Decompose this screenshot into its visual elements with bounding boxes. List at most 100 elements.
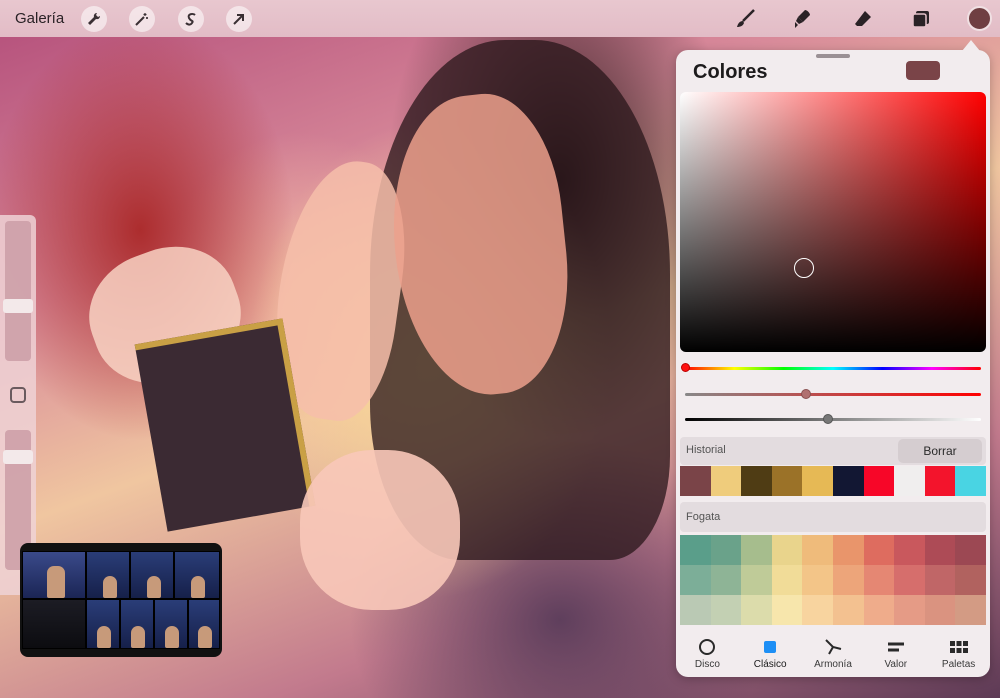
palette-swatch[interactable] (894, 535, 925, 565)
brush-size-thumb[interactable] (3, 299, 33, 313)
palette-swatches (680, 535, 986, 625)
history-swatch[interactable] (863, 466, 895, 496)
color-panel: Colores Historial Borrar Fogata Disco Cl… (676, 50, 990, 677)
video-person (47, 566, 65, 598)
history-label: Historial (686, 444, 726, 456)
palette-swatch[interactable] (863, 595, 895, 625)
panel-grabber[interactable] (816, 54, 850, 58)
video-person (103, 576, 117, 598)
palette-swatch[interactable] (955, 565, 986, 595)
saturation-knob[interactable] (801, 389, 811, 399)
history-swatch[interactable] (924, 466, 956, 496)
current-color-swatch[interactable] (906, 61, 940, 80)
palette-swatch[interactable] (955, 535, 986, 565)
tab-clasico[interactable]: Clásico (739, 630, 802, 677)
current-color-button[interactable] (967, 6, 992, 31)
magic-wand-icon[interactable] (129, 6, 155, 32)
tab-paletas[interactable]: Paletas (927, 630, 990, 677)
palette-swatch[interactable] (802, 595, 833, 625)
hue-knob[interactable] (681, 363, 690, 372)
palette-swatch[interactable] (680, 595, 711, 625)
history-header: Historial Borrar (680, 437, 986, 465)
tab-label: Valor (884, 659, 908, 670)
palette-swatch[interactable] (741, 565, 772, 595)
disc-icon (697, 638, 717, 656)
move-arrow-icon[interactable] (226, 6, 252, 32)
palette-swatch[interactable] (771, 565, 803, 595)
brush-size-slider[interactable] (5, 221, 31, 361)
video-person (198, 626, 212, 648)
palette-swatch[interactable] (710, 565, 742, 595)
smudge-icon[interactable] (789, 6, 815, 32)
brightness-slider[interactable] (685, 418, 981, 421)
history-swatch[interactable] (741, 466, 772, 496)
palette-swatch[interactable] (710, 535, 742, 565)
palette-swatch[interactable] (924, 595, 956, 625)
video-person (191, 576, 205, 598)
palette-swatch[interactable] (680, 535, 711, 565)
selection-s-icon[interactable] (178, 6, 204, 32)
palette-name: Fogata (686, 511, 721, 523)
history-swatch[interactable] (894, 466, 925, 496)
palette-swatch[interactable] (680, 565, 711, 595)
palette-swatch[interactable] (710, 595, 742, 625)
video-person (131, 626, 145, 648)
history-swatch[interactable] (680, 466, 711, 496)
tab-label: Clásico (753, 659, 787, 670)
history-swatch[interactable] (955, 466, 986, 496)
palette-swatch[interactable] (863, 565, 895, 595)
clear-history-button[interactable]: Borrar (898, 439, 982, 463)
video-cell (188, 599, 220, 649)
panel-title: Colores (693, 61, 768, 83)
saturation-slider[interactable] (685, 393, 981, 396)
video-cell (174, 551, 220, 599)
tab-valor[interactable]: Valor (864, 630, 927, 677)
brightness-knob[interactable] (823, 414, 833, 424)
eraser-icon[interactable] (850, 6, 876, 32)
palette-swatch[interactable] (924, 535, 956, 565)
tab-armonia[interactable]: Armonía (802, 630, 865, 677)
palette-swatch[interactable] (924, 565, 956, 595)
history-swatch[interactable] (771, 466, 803, 496)
history-swatch[interactable] (710, 466, 742, 496)
palette-swatch[interactable] (894, 565, 925, 595)
picker-ring[interactable] (794, 258, 814, 278)
color-mode-tabs: Disco Clásico Armonía Valor Paletas (676, 630, 990, 677)
palette-swatch[interactable] (771, 535, 803, 565)
video-cell (22, 599, 86, 649)
palette-swatch[interactable] (833, 565, 864, 595)
palette-swatch[interactable] (833, 535, 864, 565)
value-icon (886, 638, 906, 656)
hue-slider[interactable] (685, 367, 981, 370)
top-toolbar: Galería (0, 0, 1000, 37)
saturation-brightness-picker[interactable] (680, 92, 986, 352)
tab-label: Disco (694, 659, 720, 670)
palettes-icon (949, 638, 969, 656)
gallery-button[interactable]: Galería (15, 10, 64, 27)
artwork-hand-bottom (300, 450, 460, 610)
palette-swatch[interactable] (833, 595, 864, 625)
layers-icon[interactable] (908, 6, 934, 32)
palette-swatch[interactable] (802, 535, 833, 565)
tab-disco[interactable]: Disco (676, 630, 739, 677)
wrench-icon[interactable] (81, 6, 107, 32)
palette-swatch[interactable] (802, 565, 833, 595)
panel-pointer (962, 40, 980, 51)
video-cell (130, 551, 174, 599)
palette-swatch[interactable] (741, 535, 772, 565)
video-cell (22, 551, 86, 599)
history-swatch[interactable] (832, 466, 864, 496)
palette-swatch[interactable] (863, 535, 895, 565)
modify-button[interactable] (10, 387, 26, 403)
history-swatch[interactable] (802, 466, 833, 496)
brush-icon[interactable] (732, 6, 758, 32)
palette-swatch[interactable] (771, 595, 803, 625)
video-overlay[interactable] (20, 543, 222, 657)
video-cell (86, 551, 130, 599)
palette-swatch[interactable] (741, 595, 772, 625)
palette-swatch[interactable] (955, 595, 986, 625)
tab-label: Paletas (941, 659, 976, 670)
history-swatches (680, 466, 986, 496)
palette-swatch[interactable] (894, 595, 925, 625)
opacity-thumb[interactable] (3, 450, 33, 464)
